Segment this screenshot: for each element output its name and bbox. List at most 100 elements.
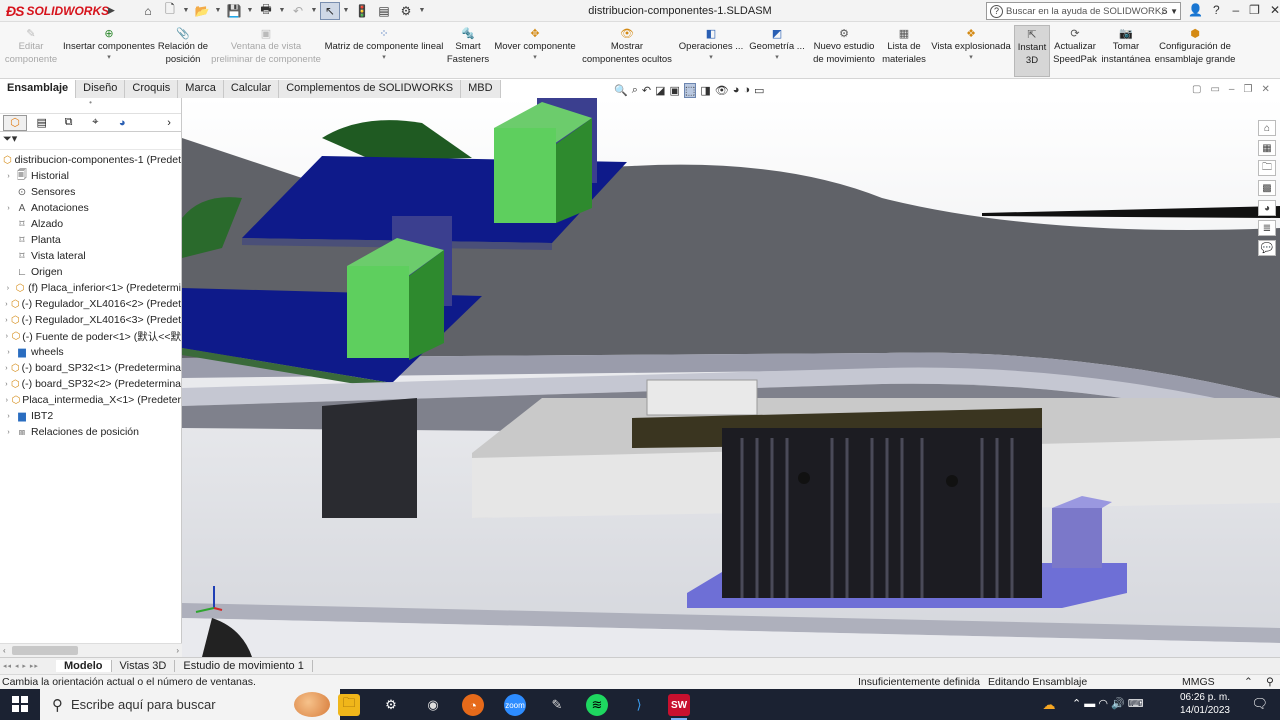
tree-item[interactable]: › ⬡ (f) Placa_inferior<1> (Predetermi <box>0 280 181 296</box>
tab-diseno[interactable]: Diseño <box>76 80 126 98</box>
status-expand-icon[interactable]: ⚲ <box>1266 676 1274 688</box>
tree-item[interactable]: › ⬡ (-) board_SP32<1> (Predetermina <box>0 360 181 376</box>
file-explorer-icon[interactable]: 🗀 <box>338 694 360 716</box>
chevron-down-icon[interactable]: ▾ <box>748 54 806 62</box>
scroll-left-icon[interactable]: ‹ <box>3 646 6 655</box>
previous-view-icon[interactable]: ↶ <box>642 84 651 97</box>
linear-pattern-button[interactable]: ⁘ Matriz de componente lineal ▾ <box>324 28 444 62</box>
print-dropdown-icon[interactable]: ▼ <box>278 2 286 20</box>
tree-item[interactable]: ⌑ Vista lateral <box>0 248 181 264</box>
component-preview-button[interactable]: ▣ Ventana de vista preliminar de compone… <box>210 28 322 66</box>
units-selector[interactable]: MMGS <box>1182 676 1215 688</box>
panel-grip[interactable]: • <box>0 98 181 114</box>
new-dropdown-icon[interactable]: ▼ <box>182 2 190 20</box>
notification-icon[interactable]: 🗨 <box>1251 696 1268 712</box>
smart-fasteners-button[interactable]: 🔩 Smart Fasteners <box>446 28 490 66</box>
open-dropdown-icon[interactable]: ▼ <box>214 2 222 20</box>
taskbar-clock[interactable]: 06:26 p. m. 14/01/2023 <box>1180 691 1230 717</box>
expand-arrow-icon[interactable]: › <box>4 349 13 356</box>
tree-item[interactable]: › ⬡ (-) Fuente de poder<1> (默认<<默 <box>0 328 181 344</box>
expand-arrow-icon[interactable]: › <box>4 413 13 420</box>
expand-arrow-icon[interactable]: › <box>4 285 12 292</box>
property-manager-tab-icon[interactable]: ▤ <box>30 115 54 131</box>
chevron-down-icon[interactable]: ▾ <box>678 54 744 62</box>
expand-arrow-icon[interactable]: › <box>4 397 10 404</box>
vscode-icon[interactable]: ⟩ <box>628 694 650 716</box>
new-document-icon[interactable]: 🗋 <box>160 2 180 20</box>
tab-motion-study[interactable]: Estudio de movimiento 1 <box>175 660 313 672</box>
zoom-area-icon[interactable]: ⌕ <box>632 84 638 97</box>
search-icon[interactable]: ⌕ <box>1161 4 1168 19</box>
view-orientation-icon[interactable]: ⬚ <box>683 82 697 98</box>
app-icon[interactable]: ◉ <box>422 694 444 716</box>
tab-mbd[interactable]: MBD <box>461 80 501 98</box>
tree-item[interactable]: › ⩎ Relaciones de posición <box>0 424 181 440</box>
appearances-icon[interactable]: ◕ <box>1258 200 1276 216</box>
expand-arrow-icon[interactable]: › <box>4 381 9 388</box>
tab-calcular[interactable]: Calcular <box>223 80 280 98</box>
help-search-box[interactable]: ? Buscar en la ayuda de SOLIDWORKS ⌕ ▼ <box>986 2 1181 20</box>
chevron-down-icon[interactable]: ▾ <box>492 54 578 62</box>
tree-item[interactable]: › ⬡ (-) Regulador_XL4016<3> (Predet <box>0 312 181 328</box>
solidworks-taskbar-icon[interactable]: SW <box>668 694 690 720</box>
viewport-minimize-icon[interactable]: ▢ <box>1192 84 1201 95</box>
insert-components-button[interactable]: ⊕ Insertar componentes ▾ <box>62 28 156 62</box>
tree-item[interactable]: › ⬡ (-) board_SP32<2> (Predetermina <box>0 376 181 392</box>
bill-of-materials-button[interactable]: ▦ Lista de materiales <box>880 28 928 66</box>
tree-item[interactable]: › ⬡ Placa_intermedia_X<1> (Predeter <box>0 392 181 408</box>
tree-item[interactable]: ⌑ Planta <box>0 232 181 248</box>
tab-modelo[interactable]: Modelo <box>56 660 112 672</box>
save-dropdown-icon[interactable]: ▼ <box>246 2 254 20</box>
forum-icon[interactable]: 💬 <box>1258 240 1276 256</box>
rebuild-icon[interactable]: 🚦 <box>352 2 372 20</box>
units-dropdown-icon[interactable]: ⌃ <box>1244 676 1253 688</box>
design-library-icon[interactable]: ▦ <box>1258 140 1276 156</box>
panel-tabs-more-icon[interactable]: › <box>157 115 181 131</box>
home-icon[interactable]: ⌂ <box>1258 120 1276 136</box>
file-properties-icon[interactable]: ▤ <box>374 2 394 20</box>
apply-scene-icon[interactable]: ◑ <box>743 84 750 96</box>
move-component-button[interactable]: ✥ Mover componente ▾ <box>492 28 578 62</box>
scroll-right-icon[interactable]: › <box>176 646 179 655</box>
settings-gear-icon[interactable]: ⚙ <box>380 694 402 716</box>
tab-navigation-arrows[interactable]: ◂◂ ◂ ▸ ▸▸ <box>0 662 56 670</box>
tree-item[interactable]: › ▆ IBT2 <box>0 408 181 424</box>
viewport-close-icon[interactable]: ✕ <box>1261 84 1269 95</box>
home-icon[interactable]: ⌂ <box>138 2 158 20</box>
configuration-manager-tab-icon[interactable]: ⧉ <box>57 115 81 131</box>
zoom-to-fit-icon[interactable]: 🔍 <box>614 84 628 97</box>
save-icon[interactable]: 💾 <box>224 2 244 20</box>
tree-item[interactable]: ⌑ Alzado <box>0 216 181 232</box>
tab-marca[interactable]: Marca <box>178 80 224 98</box>
graphics-area[interactable]: ⌂ ▦ 🗀 ▩ ◕ ≣ 💬 <box>182 98 1280 657</box>
tree-item[interactable]: › 🗐 Historial <box>0 168 181 184</box>
expand-arrow-icon[interactable]: › <box>4 301 9 308</box>
section-view-icon[interactable]: ◪ <box>655 84 665 97</box>
menu-expand-arrow[interactable]: ▶ <box>108 5 118 16</box>
exploded-view-button[interactable]: ❖ Vista explosionada ▾ <box>930 28 1012 62</box>
open-icon[interactable]: 📂 <box>192 2 212 20</box>
feature-manager-tab-icon[interactable]: ⬡ <box>3 114 27 131</box>
expand-arrow-icon[interactable]: › <box>4 173 13 180</box>
select-pointer-icon[interactable]: ↖ <box>320 1 340 20</box>
expand-arrow-icon[interactable]: › <box>4 317 9 324</box>
select-dropdown-icon[interactable]: ▼ <box>342 2 350 20</box>
tree-horizontal-scrollbar[interactable]: ‹ › <box>0 643 182 657</box>
scroll-thumb[interactable] <box>12 646 78 655</box>
tree-filter-icon[interactable]: ⏷▾ <box>0 132 181 150</box>
view-palette-icon[interactable]: ▩ <box>1258 180 1276 196</box>
tab-croquis[interactable]: Croquis <box>125 80 179 98</box>
expand-arrow-icon[interactable]: › <box>4 429 13 436</box>
undo-dropdown-icon[interactable]: ▼ <box>310 2 318 20</box>
tab-vistas-3d[interactable]: Vistas 3D <box>112 660 176 672</box>
dimxpert-tab-icon[interactable]: ⌖ <box>83 115 107 131</box>
chevron-down-icon[interactable]: ▾ <box>324 54 444 62</box>
zoom-icon[interactable]: zoom <box>504 694 526 716</box>
solidworks-logo[interactable]: ƉS SOLIDWORKS <box>0 3 109 19</box>
tree-root[interactable]: ⬡ distribucion-componentes-1 (Predet <box>0 152 181 168</box>
show-hidden-components-button[interactable]: 👁 Mostrar componentes ocultos <box>582 28 672 66</box>
spotify-icon[interactable]: ≋ <box>586 694 608 716</box>
paint-icon[interactable]: ✎ <box>546 694 568 716</box>
view-settings-icon[interactable]: ▭ <box>754 84 764 97</box>
custom-properties-icon[interactable]: ≣ <box>1258 220 1276 236</box>
